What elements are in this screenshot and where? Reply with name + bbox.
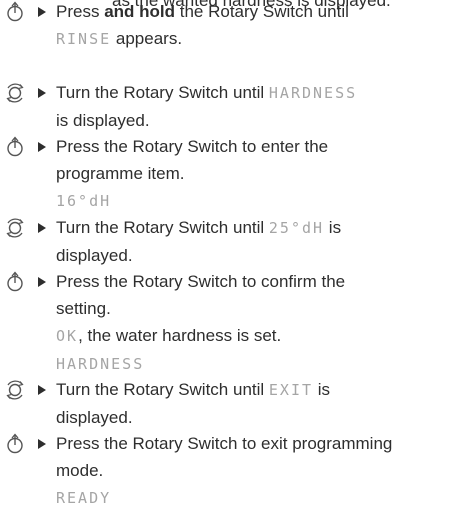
turn-rotary-switch-icon: [6, 83, 24, 103]
emphasis: and hold: [104, 2, 176, 21]
press-rotary-switch-icon: [7, 433, 23, 454]
display-readout: READY: [56, 489, 112, 507]
turn-rotary-switch-icon: [6, 218, 24, 238]
bullet-arrow-icon: [38, 88, 46, 98]
bullet-arrow-icon: [38, 439, 46, 449]
press-rotary-switch-icon: [7, 271, 23, 292]
bullet-arrow-icon: [38, 385, 46, 395]
step-text: Turn the Rotary Switch until 25°dH is di…: [56, 218, 342, 265]
step-text: Press the Rotary Switch to exit programm…: [56, 434, 393, 507]
display-readout-ok: OK: [56, 327, 79, 345]
display-readout: 16°dH: [56, 192, 112, 210]
step-text: Turn the Rotary Switch until HARDNESS is…: [56, 83, 358, 130]
bullet-arrow-icon: [38, 142, 46, 152]
bullet-arrow-icon: [38, 277, 46, 287]
turn-rotary-switch-icon: [6, 380, 24, 400]
display-readout: EXIT: [268, 381, 314, 399]
bullet-arrow-icon: [38, 7, 46, 17]
bullet-arrow-icon: [38, 223, 46, 233]
display-readout: RINSE: [56, 30, 112, 48]
display-readout: 25°dH: [268, 219, 325, 237]
press-rotary-switch-icon: [7, 1, 23, 22]
step-text: Press the Rotary Switch to enter the pro…: [56, 137, 329, 210]
display-readout: HARDNESS: [268, 84, 358, 102]
step-text: Press and hold the Rotary Switch until R…: [56, 2, 349, 48]
display-readout: HARDNESS: [56, 355, 145, 373]
instruction-page: as the wanted hardness is displayed. Pre…: [0, 0, 462, 527]
press-rotary-switch-icon: [7, 136, 23, 157]
step-text: Press the Rotary Switch to confirm the s…: [56, 272, 346, 373]
step-text: Turn the Rotary Switch until EXIT is dis…: [56, 380, 331, 427]
